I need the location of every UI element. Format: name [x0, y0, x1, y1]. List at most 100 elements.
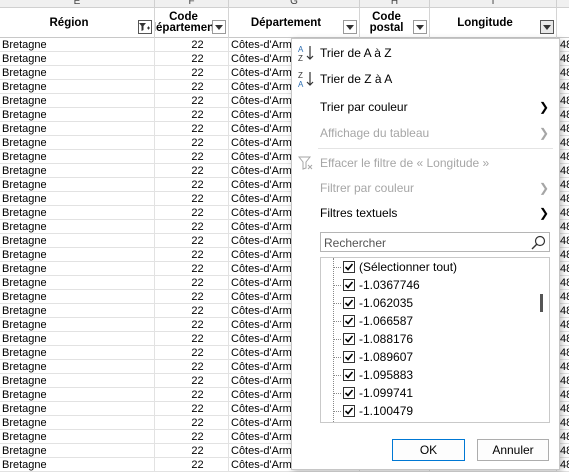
cell-code-departement[interactable]: 22	[155, 430, 229, 444]
column-letter-i[interactable]: I	[430, 0, 557, 7]
sort-descending-item[interactable]: ZA Trier de Z à A	[292, 67, 559, 91]
cell-code-departement[interactable]: 22	[155, 52, 229, 66]
value-item[interactable]: -1.062035	[321, 294, 531, 312]
cell-region[interactable]: Bretagne	[0, 444, 155, 458]
cell-code-departement[interactable]: 22	[155, 150, 229, 164]
cell-region[interactable]: Bretagne	[0, 52, 155, 66]
list-scrollbar-thumb[interactable]	[540, 294, 543, 312]
value-item[interactable]: -1.0367746	[321, 276, 531, 294]
column-letter-h[interactable]: H	[360, 0, 430, 7]
cell-code-departement[interactable]: 22	[155, 192, 229, 206]
cell-code-departement[interactable]: 22	[155, 276, 229, 290]
cell-code-departement[interactable]: 22	[155, 248, 229, 262]
cell-region[interactable]: Bretagne	[0, 374, 155, 388]
checkbox[interactable]	[343, 387, 355, 399]
cell-code-departement[interactable]: 22	[155, 388, 229, 402]
checkbox[interactable]	[343, 333, 355, 345]
sort-ascending-item[interactable]: AZ Trier de A à Z	[292, 41, 559, 65]
cell-region[interactable]: Bretagne	[0, 262, 155, 276]
cell-region[interactable]: Bretagne	[0, 402, 155, 416]
cell-code-departement[interactable]: 22	[155, 374, 229, 388]
cell-region[interactable]: Bretagne	[0, 220, 155, 234]
code-postal-filter-button[interactable]	[413, 20, 427, 34]
cell-code-departement[interactable]: 22	[155, 164, 229, 178]
cell-code-departement[interactable]: 22	[155, 220, 229, 234]
cell-code-departement[interactable]: 22	[155, 66, 229, 80]
departement-filter-button[interactable]	[343, 20, 357, 34]
value-item[interactable]: -1.088176	[321, 330, 531, 348]
column-letter-e[interactable]: E	[0, 0, 155, 7]
value-item[interactable]: -1.089607	[321, 348, 531, 366]
cell-region[interactable]: Bretagne	[0, 248, 155, 262]
ok-button[interactable]: OK	[392, 439, 465, 461]
cell-region[interactable]: Bretagne	[0, 332, 155, 346]
cell-region[interactable]: Bretagne	[0, 178, 155, 192]
cell-region[interactable]: Bretagne	[0, 206, 155, 220]
cell-code-departement[interactable]: 22	[155, 458, 229, 472]
cell-region[interactable]: Bretagne	[0, 164, 155, 178]
cell-code-departement[interactable]: 22	[155, 234, 229, 248]
cell-region[interactable]: Bretagne	[0, 108, 155, 122]
cell-code-departement[interactable]: 22	[155, 136, 229, 150]
value-item[interactable]: -1.066587	[321, 312, 531, 330]
checkbox[interactable]	[343, 351, 355, 363]
search-input[interactable]: Rechercher	[320, 232, 550, 252]
cell-code-departement[interactable]: 22	[155, 178, 229, 192]
cell-region[interactable]: Bretagne	[0, 122, 155, 136]
cell-region[interactable]: Bretagne	[0, 430, 155, 444]
cell-code-departement[interactable]: 22	[155, 206, 229, 220]
cell-code-departement[interactable]: 22	[155, 304, 229, 318]
cell-region[interactable]: Bretagne	[0, 38, 155, 52]
cell-region[interactable]: Bretagne	[0, 318, 155, 332]
cell-code-departement[interactable]: 22	[155, 94, 229, 108]
checkbox[interactable]	[343, 279, 355, 291]
cell-region[interactable]: Bretagne	[0, 80, 155, 94]
cell-region[interactable]: Bretagne	[0, 416, 155, 430]
list-scrollbar[interactable]	[533, 258, 549, 422]
cell-code-departement[interactable]: 22	[155, 262, 229, 276]
text-filters-item[interactable]: Filtres textuels ❯	[292, 201, 559, 225]
region-filter-button[interactable]	[138, 20, 152, 34]
cancel-button[interactable]: Annuler	[477, 439, 549, 461]
checkbox[interactable]	[343, 405, 355, 417]
sort-by-color-item[interactable]: Trier par couleur ❯	[292, 95, 559, 119]
value-item[interactable]: -1.100479	[321, 402, 531, 420]
value-item[interactable]: -1.099741	[321, 384, 531, 402]
cell-region[interactable]: Bretagne	[0, 150, 155, 164]
checkbox[interactable]	[343, 261, 355, 273]
cell-region[interactable]: Bretagne	[0, 276, 155, 290]
checkbox[interactable]	[343, 369, 355, 381]
code-departement-filter-button[interactable]	[212, 20, 226, 34]
longitude-filter-button[interactable]	[540, 20, 554, 34]
cell-code-departement[interactable]: 22	[155, 402, 229, 416]
cell-code-departement[interactable]: 22	[155, 290, 229, 304]
cell-region[interactable]: Bretagne	[0, 66, 155, 80]
value-item[interactable]: -1.095883	[321, 366, 531, 384]
cell-region[interactable]: Bretagne	[0, 360, 155, 374]
cell-code-departement[interactable]: 22	[155, 318, 229, 332]
cell-region[interactable]: Bretagne	[0, 388, 155, 402]
sort-descending-label: Trier de Z à A	[320, 72, 393, 86]
column-letter-g[interactable]: G	[229, 0, 360, 7]
cell-region[interactable]: Bretagne	[0, 94, 155, 108]
column-letter-f[interactable]: F	[155, 0, 229, 7]
cell-code-departement[interactable]: 22	[155, 346, 229, 360]
cell-code-departement[interactable]: 22	[155, 360, 229, 374]
select-all-item[interactable]: (Sélectionner tout)	[321, 258, 531, 276]
checkbox[interactable]	[343, 297, 355, 309]
checkbox[interactable]	[343, 315, 355, 327]
cell-code-departement[interactable]: 22	[155, 416, 229, 430]
cell-region[interactable]: Bretagne	[0, 136, 155, 150]
cell-code-departement[interactable]: 22	[155, 122, 229, 136]
cell-code-departement[interactable]: 22	[155, 108, 229, 122]
cell-region[interactable]: Bretagne	[0, 458, 155, 472]
cell-region[interactable]: Bretagne	[0, 234, 155, 248]
cell-code-departement[interactable]: 22	[155, 80, 229, 94]
cell-code-departement[interactable]: 22	[155, 444, 229, 458]
cell-region[interactable]: Bretagne	[0, 290, 155, 304]
cell-code-departement[interactable]: 22	[155, 38, 229, 52]
cell-region[interactable]: Bretagne	[0, 304, 155, 318]
cell-code-departement[interactable]: 22	[155, 332, 229, 346]
cell-region[interactable]: Bretagne	[0, 346, 155, 360]
cell-region[interactable]: Bretagne	[0, 192, 155, 206]
